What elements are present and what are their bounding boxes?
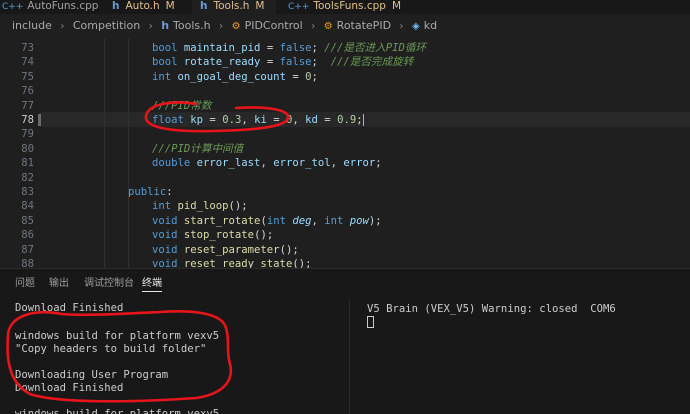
tab-label: AutoFuns.cpp: [27, 0, 99, 12]
tab-label: ToolsFuns.cpp: [313, 0, 386, 12]
breadcrumb-item-competition[interactable]: Competition: [73, 19, 140, 32]
code-text: ///PID常数: [152, 99, 212, 112]
code-text: bool rotate_ready = false; ///是否完成旋转: [152, 56, 414, 69]
tab-output[interactable]: 输出: [49, 269, 69, 299]
line-number: 87: [21, 243, 34, 256]
chevron-right-icon: ›: [60, 21, 65, 32]
code-text: bool maintain_pid = false; ///是否进入PID循环: [152, 42, 427, 54]
breadcrumb: include › Competition › h Tools.h › ⚙ PIDC…: [0, 14, 690, 38]
code-line[interactable]: 78 float kp = 0.3, ki = 0, kd = 0.9;: [0, 113, 690, 127]
modified-badge: M: [255, 0, 265, 12]
tab-toolsfuns-cpp[interactable]: C++ ToolsFuns.cpp M: [278, 0, 401, 14]
line-number: 82: [21, 171, 34, 184]
code-line[interactable]: 88 void reset_ready_state();: [0, 257, 690, 268]
tab-debug-console[interactable]: 调试控制台: [84, 269, 134, 299]
line-number: 80: [21, 142, 34, 155]
line-number: 88: [21, 258, 34, 268]
code-line[interactable]: 86 void stop_rotate();: [0, 228, 690, 242]
terminal-output-right[interactable]: V5 Brain (VEX_V5) Warning: closed COM6: [349, 299, 690, 414]
tab-terminal[interactable]: 终端: [142, 269, 162, 299]
line-number: 77: [21, 99, 34, 112]
breadcrumb-item-include[interactable]: include: [12, 19, 52, 32]
code-line[interactable]: 85 void start_rotate(int deg, int pow);: [0, 214, 690, 228]
chevron-right-icon: ›: [219, 21, 224, 32]
tab-auto-h[interactable]: h Auto.h M: [112, 0, 192, 14]
modified-gutter-marker: [38, 114, 41, 126]
code-text: public:: [128, 186, 173, 198]
tab-label: Tools.h: [213, 0, 250, 12]
variable-symbol-icon: ◈: [412, 21, 420, 32]
line-number: 74: [21, 56, 34, 69]
code-line[interactable]: 83 public:: [0, 185, 690, 199]
line-number: 76: [21, 85, 34, 98]
chevron-right-icon: ›: [148, 21, 153, 32]
terminal-line: V5 Brain (VEX_V5) Warning: closed COM6: [367, 303, 616, 315]
code-line[interactable]: 81 double error_last, error_tol, error;: [0, 156, 690, 170]
code-text: void reset_parameter();: [152, 243, 299, 256]
panel-tab-bar: 问题 输出 调试控制台 终端: [0, 269, 690, 299]
code-editor[interactable]: 73 bool maintain_pid = false; ///是否进入PID循…: [0, 38, 690, 268]
line-number: 84: [21, 200, 34, 213]
code-text: int pid_loop();: [152, 200, 248, 213]
class-symbol-icon: ⚙: [323, 21, 333, 32]
chevron-right-icon: ›: [311, 21, 316, 32]
code-line[interactable]: 73 bool maintain_pid = false; ///是否进入PID循…: [0, 41, 690, 55]
terminal-output-left[interactable]: Download Finished windows build for platf…: [0, 299, 347, 414]
code-text: void stop_rotate();: [152, 229, 274, 242]
bottom-panel: 问题 输出 调试控制台 终端 Download Finished windows …: [0, 268, 690, 414]
code-text: double error_last, error_tol, error;: [152, 157, 382, 170]
code-line[interactable]: 82: [0, 171, 690, 185]
tab-autofuns-cpp[interactable]: C++ AutoFuns.cpp: [0, 0, 104, 14]
h-file-icon: h: [161, 19, 170, 32]
cpp-file-icon: C++: [2, 2, 24, 12]
line-number: 83: [21, 186, 34, 198]
editor-tab-bar: C++ AutoFuns.cpp h Auto.h M h Tools.h M C++ To…: [0, 0, 690, 14]
line-number: 75: [21, 70, 34, 83]
terminal-line: Downloading User Program: [15, 369, 169, 381]
line-number: 81: [21, 157, 34, 170]
modified-badge: M: [391, 0, 401, 12]
code-line[interactable]: 77 ///PID常数: [0, 99, 690, 113]
code-line[interactable]: 80 ///PID计算中间值: [0, 142, 690, 156]
h-file-icon: h: [112, 0, 120, 12]
cpp-file-icon: C++: [288, 2, 310, 12]
code-line[interactable]: 84 int pid_loop();: [0, 199, 690, 213]
breadcrumb-item-method[interactable]: RotatePID: [337, 19, 391, 32]
tab-label: Auto.h: [125, 0, 160, 12]
code-line[interactable]: 79: [0, 127, 690, 141]
terminal-line: windows build for platform vexv5: [15, 408, 220, 414]
tab-problems[interactable]: 问题: [15, 269, 35, 299]
terminal-line: Download Finished: [15, 382, 124, 394]
line-number: 85: [21, 214, 34, 227]
breadcrumb-item-symbol[interactable]: kd: [424, 19, 437, 32]
text-cursor: [362, 114, 364, 126]
breadcrumb-item-file[interactable]: Tools.h: [173, 19, 211, 32]
code-line[interactable]: 76: [0, 84, 690, 98]
code-text: float kp = 0.3, ki = 0, kd = 0.9;: [152, 114, 364, 126]
line-number: 78: [21, 114, 34, 126]
code-text: void reset_ready_state();: [152, 258, 312, 268]
line-number: 73: [21, 42, 34, 54]
tab-tools-h[interactable]: h Tools.h M: [192, 0, 276, 14]
code-text: ///PID计算中间值: [152, 142, 244, 155]
code-text: int on_goal_deg_count = 0;: [152, 70, 318, 83]
breadcrumb-item-class[interactable]: PIDControl: [245, 19, 303, 32]
modified-badge: M: [165, 0, 175, 12]
code-line[interactable]: 75 int on_goal_deg_count = 0;: [0, 70, 690, 84]
terminal-cursor: [367, 316, 374, 329]
h-file-icon: h: [200, 0, 208, 12]
terminal-line: Download Finished: [15, 302, 124, 314]
chevron-right-icon: ›: [399, 21, 404, 32]
code-line[interactable]: 87 void reset_parameter();: [0, 243, 690, 257]
line-number: 79: [21, 128, 34, 141]
code-text: void start_rotate(int deg, int pow);: [152, 214, 382, 227]
code-line[interactable]: 74 bool rotate_ready = false; ///是否完成旋转: [0, 55, 690, 69]
line-number: 86: [21, 229, 34, 242]
class-symbol-icon: ⚙: [231, 21, 241, 32]
terminal-line: "Copy headers to build folder": [15, 343, 207, 355]
terminal-line: windows build for platform vexv5: [15, 330, 220, 342]
